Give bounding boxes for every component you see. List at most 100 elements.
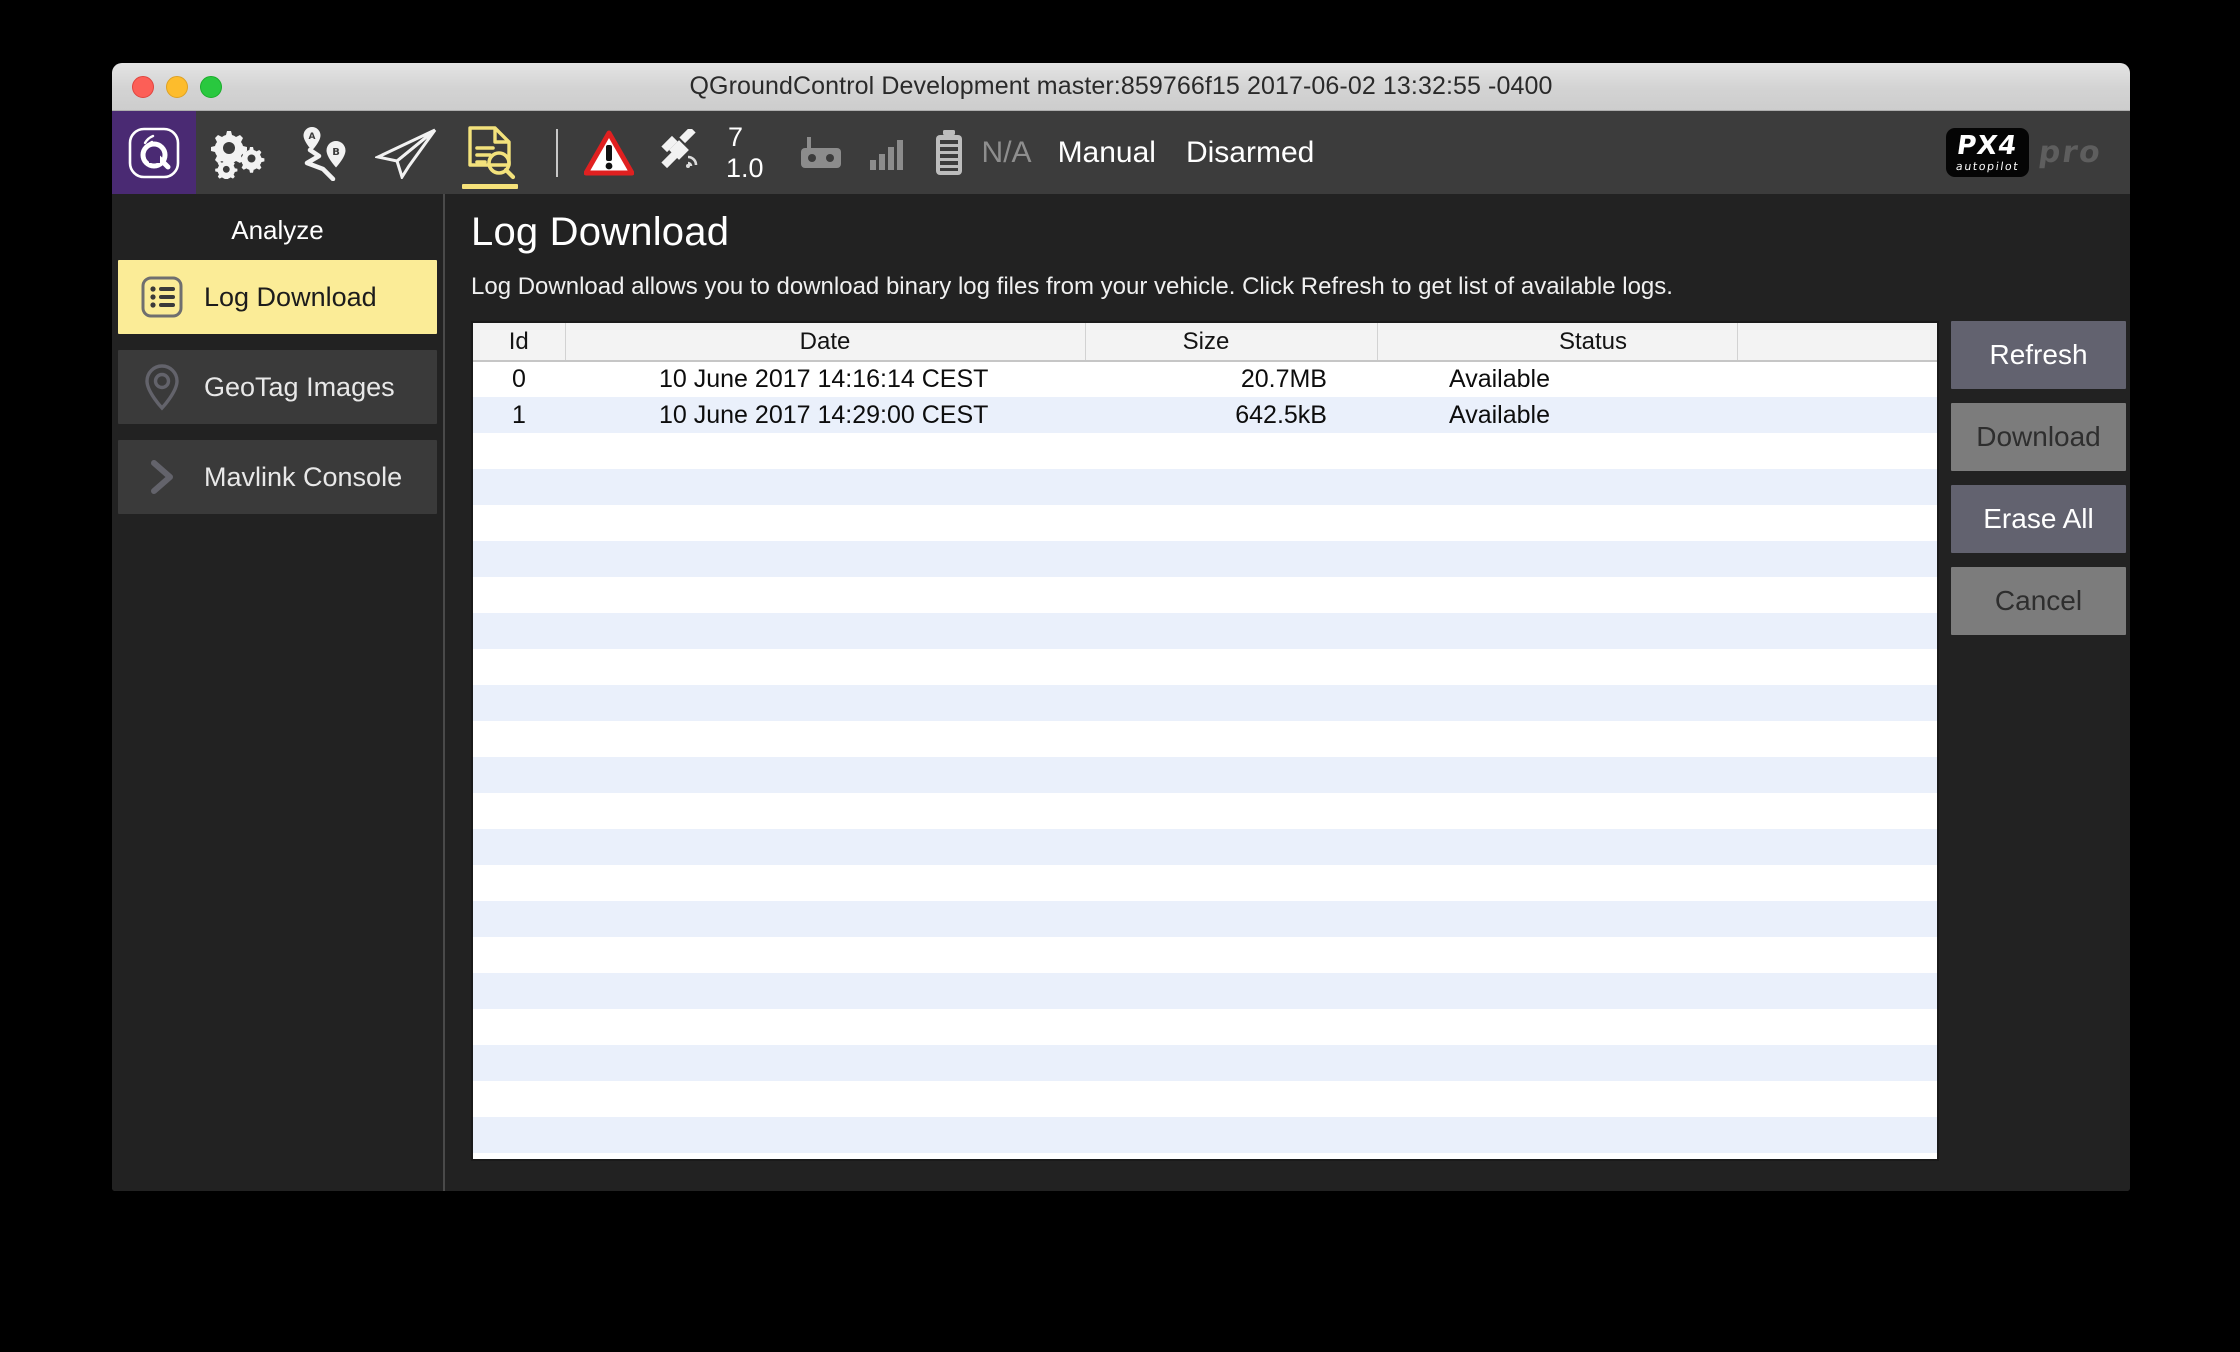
column-header-status[interactable]: Status xyxy=(1377,323,1738,362)
sidebar-item-mavlink-console[interactable]: Mavlink Console xyxy=(118,440,437,514)
window-controls xyxy=(132,75,222,98)
table-cell-empty xyxy=(473,973,565,1009)
table-cell-empty xyxy=(1737,1153,1937,1159)
table-row[interactable]: 0 10 June 2017 14:16:14 CEST 20.7MB Availab… xyxy=(473,361,1937,397)
table-cell-empty xyxy=(473,433,565,469)
rc-transmitter-icon[interactable] xyxy=(798,133,844,173)
gps-satellite-count: 7 xyxy=(728,121,744,152)
sidebar-heading: Analyze xyxy=(231,215,324,245)
table-row-empty[interactable] xyxy=(473,757,1937,793)
pro-wordmark: pro xyxy=(2036,135,2105,170)
table-cell-empty xyxy=(473,793,565,829)
table-cell-empty xyxy=(473,901,565,937)
table-cell-empty xyxy=(565,1081,1085,1117)
table-cell-empty xyxy=(1377,973,1737,1009)
table-row-empty[interactable] xyxy=(473,829,1937,865)
table-cell-empty xyxy=(565,901,1085,937)
table-cell-empty xyxy=(1085,685,1377,721)
table-cell-empty xyxy=(1377,829,1737,865)
table-cell-empty xyxy=(565,541,1085,577)
sidebar-item-log-download[interactable]: Log Download xyxy=(118,260,437,334)
chevron-right-icon xyxy=(136,455,188,499)
table-cell-blank xyxy=(1737,397,1937,433)
table-row-empty[interactable] xyxy=(473,865,1937,901)
table-row-empty[interactable] xyxy=(473,1009,1937,1045)
gps-readout: 7 1.0 xyxy=(726,121,764,182)
table-cell-empty xyxy=(473,937,565,973)
column-header-date[interactable]: Date xyxy=(565,323,1086,362)
cancel-button[interactable]: Cancel xyxy=(1951,567,2126,635)
battery-value: N/A xyxy=(981,135,1032,169)
waypoints-ab-icon[interactable]: A B xyxy=(280,111,364,194)
body-container: Analyze Log Download GeoTag Images Mavli… xyxy=(112,194,2130,1191)
column-header-size[interactable]: Size xyxy=(1085,323,1378,362)
table-cell-empty xyxy=(1085,793,1377,829)
table-row-empty[interactable] xyxy=(473,901,1937,937)
paper-plane-icon[interactable] xyxy=(364,111,448,194)
close-window-button[interactable] xyxy=(132,75,154,98)
minimize-window-button[interactable] xyxy=(166,75,188,98)
action-button-column: Refresh Download Erase All Cancel xyxy=(1951,321,2126,1161)
warning-triangle-icon[interactable] xyxy=(584,130,634,176)
table-row[interactable]: 1 10 June 2017 14:29:00 CEST 642.5kB Availa… xyxy=(473,397,1937,433)
column-header-id[interactable]: Id xyxy=(473,323,566,362)
table-cell-empty xyxy=(1085,1153,1377,1159)
table-cell-empty xyxy=(473,757,565,793)
analyze-icon[interactable] xyxy=(448,111,532,194)
table-row-empty[interactable] xyxy=(473,505,1937,541)
svg-text:A: A xyxy=(309,132,316,142)
maximize-window-button[interactable] xyxy=(200,75,222,98)
table-cell-empty xyxy=(1737,865,1937,901)
table-cell-empty xyxy=(1377,757,1737,793)
signal-bars-icon[interactable] xyxy=(868,134,908,172)
table-row-empty[interactable] xyxy=(473,685,1937,721)
qgc-logo-icon[interactable] xyxy=(112,111,196,194)
table-row-empty[interactable] xyxy=(473,469,1937,505)
table-row-empty[interactable] xyxy=(473,721,1937,757)
table-cell-empty xyxy=(565,865,1085,901)
table-row-empty[interactable] xyxy=(473,1045,1937,1081)
download-button[interactable]: Download xyxy=(1951,403,2126,471)
table-row-empty[interactable] xyxy=(473,613,1937,649)
table-cell-empty xyxy=(473,1045,565,1081)
flight-mode-indicator[interactable]: Manual xyxy=(1058,136,1156,170)
table-row-empty[interactable] xyxy=(473,937,1937,973)
table-cell-empty xyxy=(1085,721,1377,757)
erase-all-button[interactable]: Erase All xyxy=(1951,485,2126,553)
table-row-empty[interactable] xyxy=(473,1081,1937,1117)
table-row-empty[interactable] xyxy=(473,793,1937,829)
table-row-empty[interactable] xyxy=(473,649,1937,685)
table-cell-empty xyxy=(1737,1045,1937,1081)
table-cell-empty xyxy=(1737,973,1937,1009)
table-cell-empty xyxy=(1085,469,1377,505)
column-header-blank[interactable] xyxy=(1737,323,1937,362)
table-cell-empty xyxy=(473,577,565,613)
table-row-empty[interactable] xyxy=(473,1117,1937,1153)
gears-icon[interactable] xyxy=(196,111,280,194)
title-bar: QGroundControl Development master:859766… xyxy=(112,63,2130,111)
table-cell-empty xyxy=(473,1153,565,1159)
px4-wordmark: PX4 xyxy=(1955,131,2020,161)
log-table-container[interactable]: Id Date Size Status 0 10 June 2017 14:16:… xyxy=(471,321,1939,1161)
table-cell-empty xyxy=(1085,973,1377,1009)
table-cell-empty xyxy=(565,721,1085,757)
armed-state-indicator[interactable]: Disarmed xyxy=(1186,136,1314,170)
table-row-empty[interactable] xyxy=(473,541,1937,577)
table-cell-empty xyxy=(1377,865,1737,901)
table-row-empty[interactable] xyxy=(473,433,1937,469)
table-cell-empty xyxy=(1377,1009,1737,1045)
sidebar-item-geotag-images[interactable]: GeoTag Images xyxy=(118,350,437,424)
toolbar-divider xyxy=(556,128,558,177)
table-cell-empty xyxy=(1377,1081,1737,1117)
table-cell-empty xyxy=(1377,1153,1737,1159)
table-cell-empty xyxy=(1085,1009,1377,1045)
refresh-button[interactable]: Refresh xyxy=(1951,321,2126,389)
table-row-empty[interactable] xyxy=(473,973,1937,1009)
table-cell-empty xyxy=(565,613,1085,649)
satellite-icon[interactable] xyxy=(658,128,710,177)
battery-icon[interactable] xyxy=(932,129,966,177)
table-cell-date: 10 June 2017 14:29:00 CEST xyxy=(659,400,989,429)
table-row-empty[interactable] xyxy=(473,1153,1937,1159)
table-row-empty[interactable] xyxy=(473,577,1937,613)
table-cell-empty xyxy=(473,613,565,649)
